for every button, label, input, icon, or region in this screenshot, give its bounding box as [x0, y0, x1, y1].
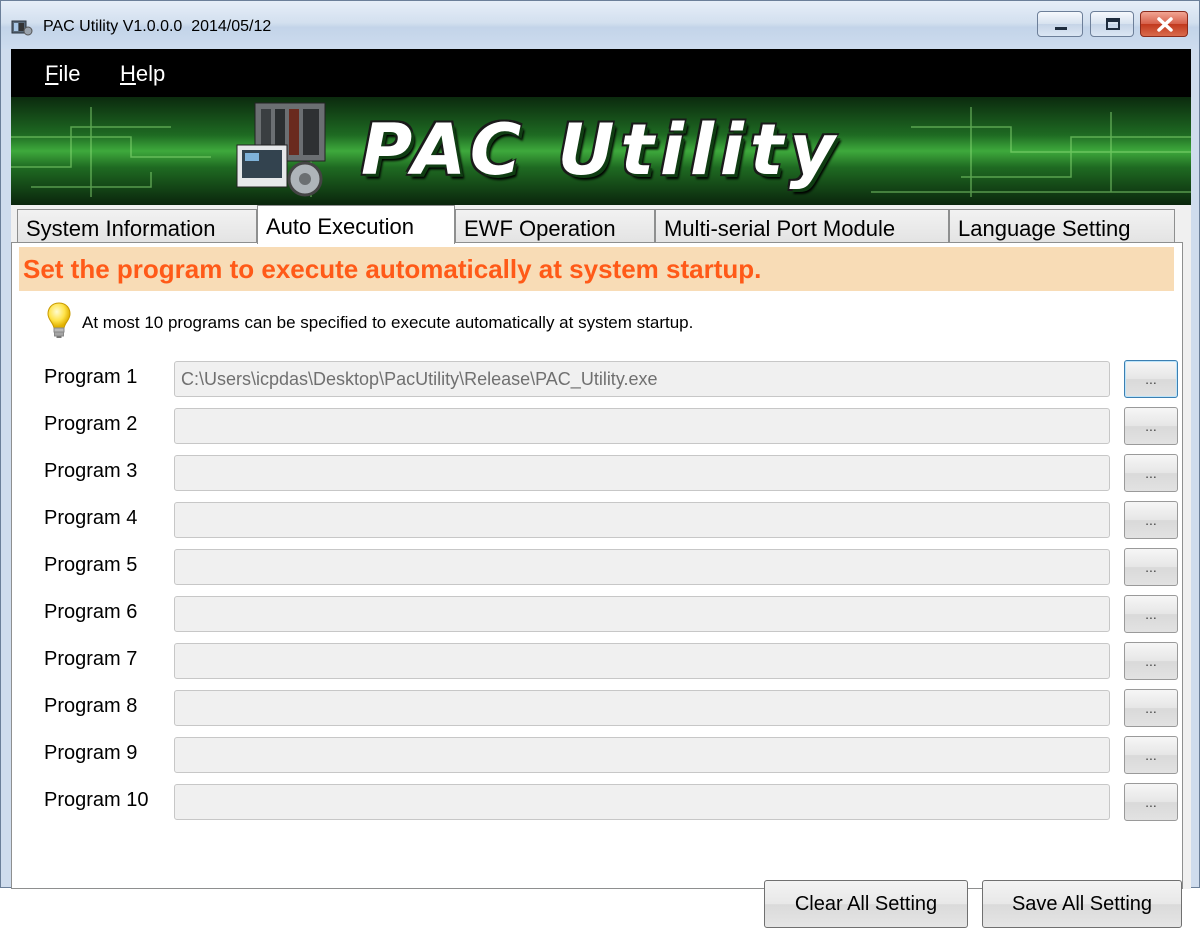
- program-6-path-field[interactable]: [174, 596, 1110, 632]
- tab-label: Auto Execution: [266, 214, 414, 239]
- program-5-browse-button[interactable]: ...: [1124, 548, 1178, 586]
- tab-label: Language Setting: [958, 216, 1131, 241]
- menu-help[interactable]: Help: [120, 61, 165, 87]
- program-10-label: Program 10: [44, 789, 149, 811]
- program-9-label: Program 9: [44, 742, 138, 764]
- tab-multi-serial-port-module[interactable]: Multi-serial Port Module: [655, 209, 949, 243]
- menu-bar: File Help: [11, 49, 1191, 97]
- window-title: PAC Utility V1.0.0.0 2014/05/12: [43, 18, 272, 35]
- app-icon: [11, 18, 33, 36]
- tab-language-setting[interactable]: Language Setting: [949, 209, 1175, 243]
- program-1-label: Program 1: [44, 366, 138, 388]
- panel-heading: Set the program to execute automatically…: [23, 254, 762, 284]
- title-bar[interactable]: PAC Utility V1.0.0.0 2014/05/12: [1, 1, 1199, 49]
- pac-device-icon: [236, 102, 326, 197]
- close-icon: [1157, 17, 1173, 32]
- program-1-path-field[interactable]: C:\Users\icpdas\Desktop\PacUtility\Relea…: [174, 361, 1110, 397]
- close-button[interactable]: [1140, 11, 1188, 37]
- program-3-browse-button[interactable]: ...: [1124, 454, 1178, 492]
- auto-execution-panel: Set the program to execute automatically…: [11, 242, 1183, 928]
- lightbulb-icon: [46, 301, 72, 339]
- menu-file-accel: F: [45, 61, 59, 86]
- program-5-path-field[interactable]: [174, 549, 1110, 585]
- program-4-label: Program 4: [44, 507, 138, 529]
- heading-bar: Set the program to execute automatically…: [19, 247, 1174, 291]
- hint-text: At most 10 programs can be specified to …: [82, 313, 694, 332]
- menu-file[interactable]: File: [45, 61, 80, 87]
- program-8-browse-button[interactable]: ...: [1124, 689, 1178, 727]
- program-3-path-field[interactable]: [174, 455, 1110, 491]
- program-7-path-field[interactable]: [174, 643, 1110, 679]
- tab-system-information[interactable]: System Information: [17, 209, 257, 243]
- program-6-browse-button[interactable]: ...: [1124, 595, 1178, 633]
- clear-all-setting-button[interactable]: Clear All Setting: [764, 880, 968, 928]
- program-7-label: Program 7: [44, 648, 138, 670]
- program-10-path-field[interactable]: [174, 784, 1110, 820]
- program-4-browse-button[interactable]: ...: [1124, 501, 1178, 539]
- tab-ewf-operation[interactable]: EWF Operation: [455, 209, 655, 243]
- program-10-browse-button[interactable]: ...: [1124, 783, 1178, 821]
- program-1-browse-button[interactable]: ...: [1124, 360, 1178, 398]
- minimize-icon: [1055, 27, 1067, 30]
- minimize-button[interactable]: [1037, 11, 1083, 37]
- program-8-path-field[interactable]: [174, 690, 1110, 726]
- tab-label: Multi-serial Port Module: [664, 216, 896, 241]
- save-all-setting-button[interactable]: Save All Setting: [982, 880, 1182, 928]
- program-3-label: Program 3: [44, 460, 138, 482]
- tab-label: System Information: [26, 216, 216, 241]
- program-8-label: Program 8: [44, 695, 138, 717]
- program-2-browse-button[interactable]: ...: [1124, 407, 1178, 445]
- menu-file-label: ile: [58, 61, 81, 86]
- maximize-icon: [1106, 18, 1120, 30]
- menu-help-accel: H: [120, 61, 136, 86]
- program-6-label: Program 6: [44, 601, 138, 623]
- program-5-label: Program 5: [44, 554, 138, 576]
- tab-label: EWF Operation: [464, 216, 616, 241]
- tab-auto-execution[interactable]: Auto Execution: [257, 205, 455, 244]
- program-9-browse-button[interactable]: ...: [1124, 736, 1178, 774]
- program-4-path-field[interactable]: [174, 502, 1110, 538]
- maximize-button[interactable]: [1090, 11, 1134, 37]
- program-2-path-field[interactable]: [174, 408, 1110, 444]
- program-9-path-field[interactable]: [174, 737, 1110, 773]
- client-area: File Help PAC Utility System Information…: [11, 49, 1191, 928]
- program-7-browse-button[interactable]: ...: [1124, 642, 1178, 680]
- menu-help-label: elp: [135, 61, 166, 86]
- program-2-label: Program 2: [44, 413, 138, 435]
- app-banner: PAC Utility: [11, 97, 1191, 205]
- tab-strip: System Information Auto Execution EWF Op…: [11, 205, 1191, 244]
- banner-title: PAC Utility: [361, 109, 842, 191]
- app-window: PAC Utility V1.0.0.0 2014/05/12 File Hel…: [0, 0, 1200, 928]
